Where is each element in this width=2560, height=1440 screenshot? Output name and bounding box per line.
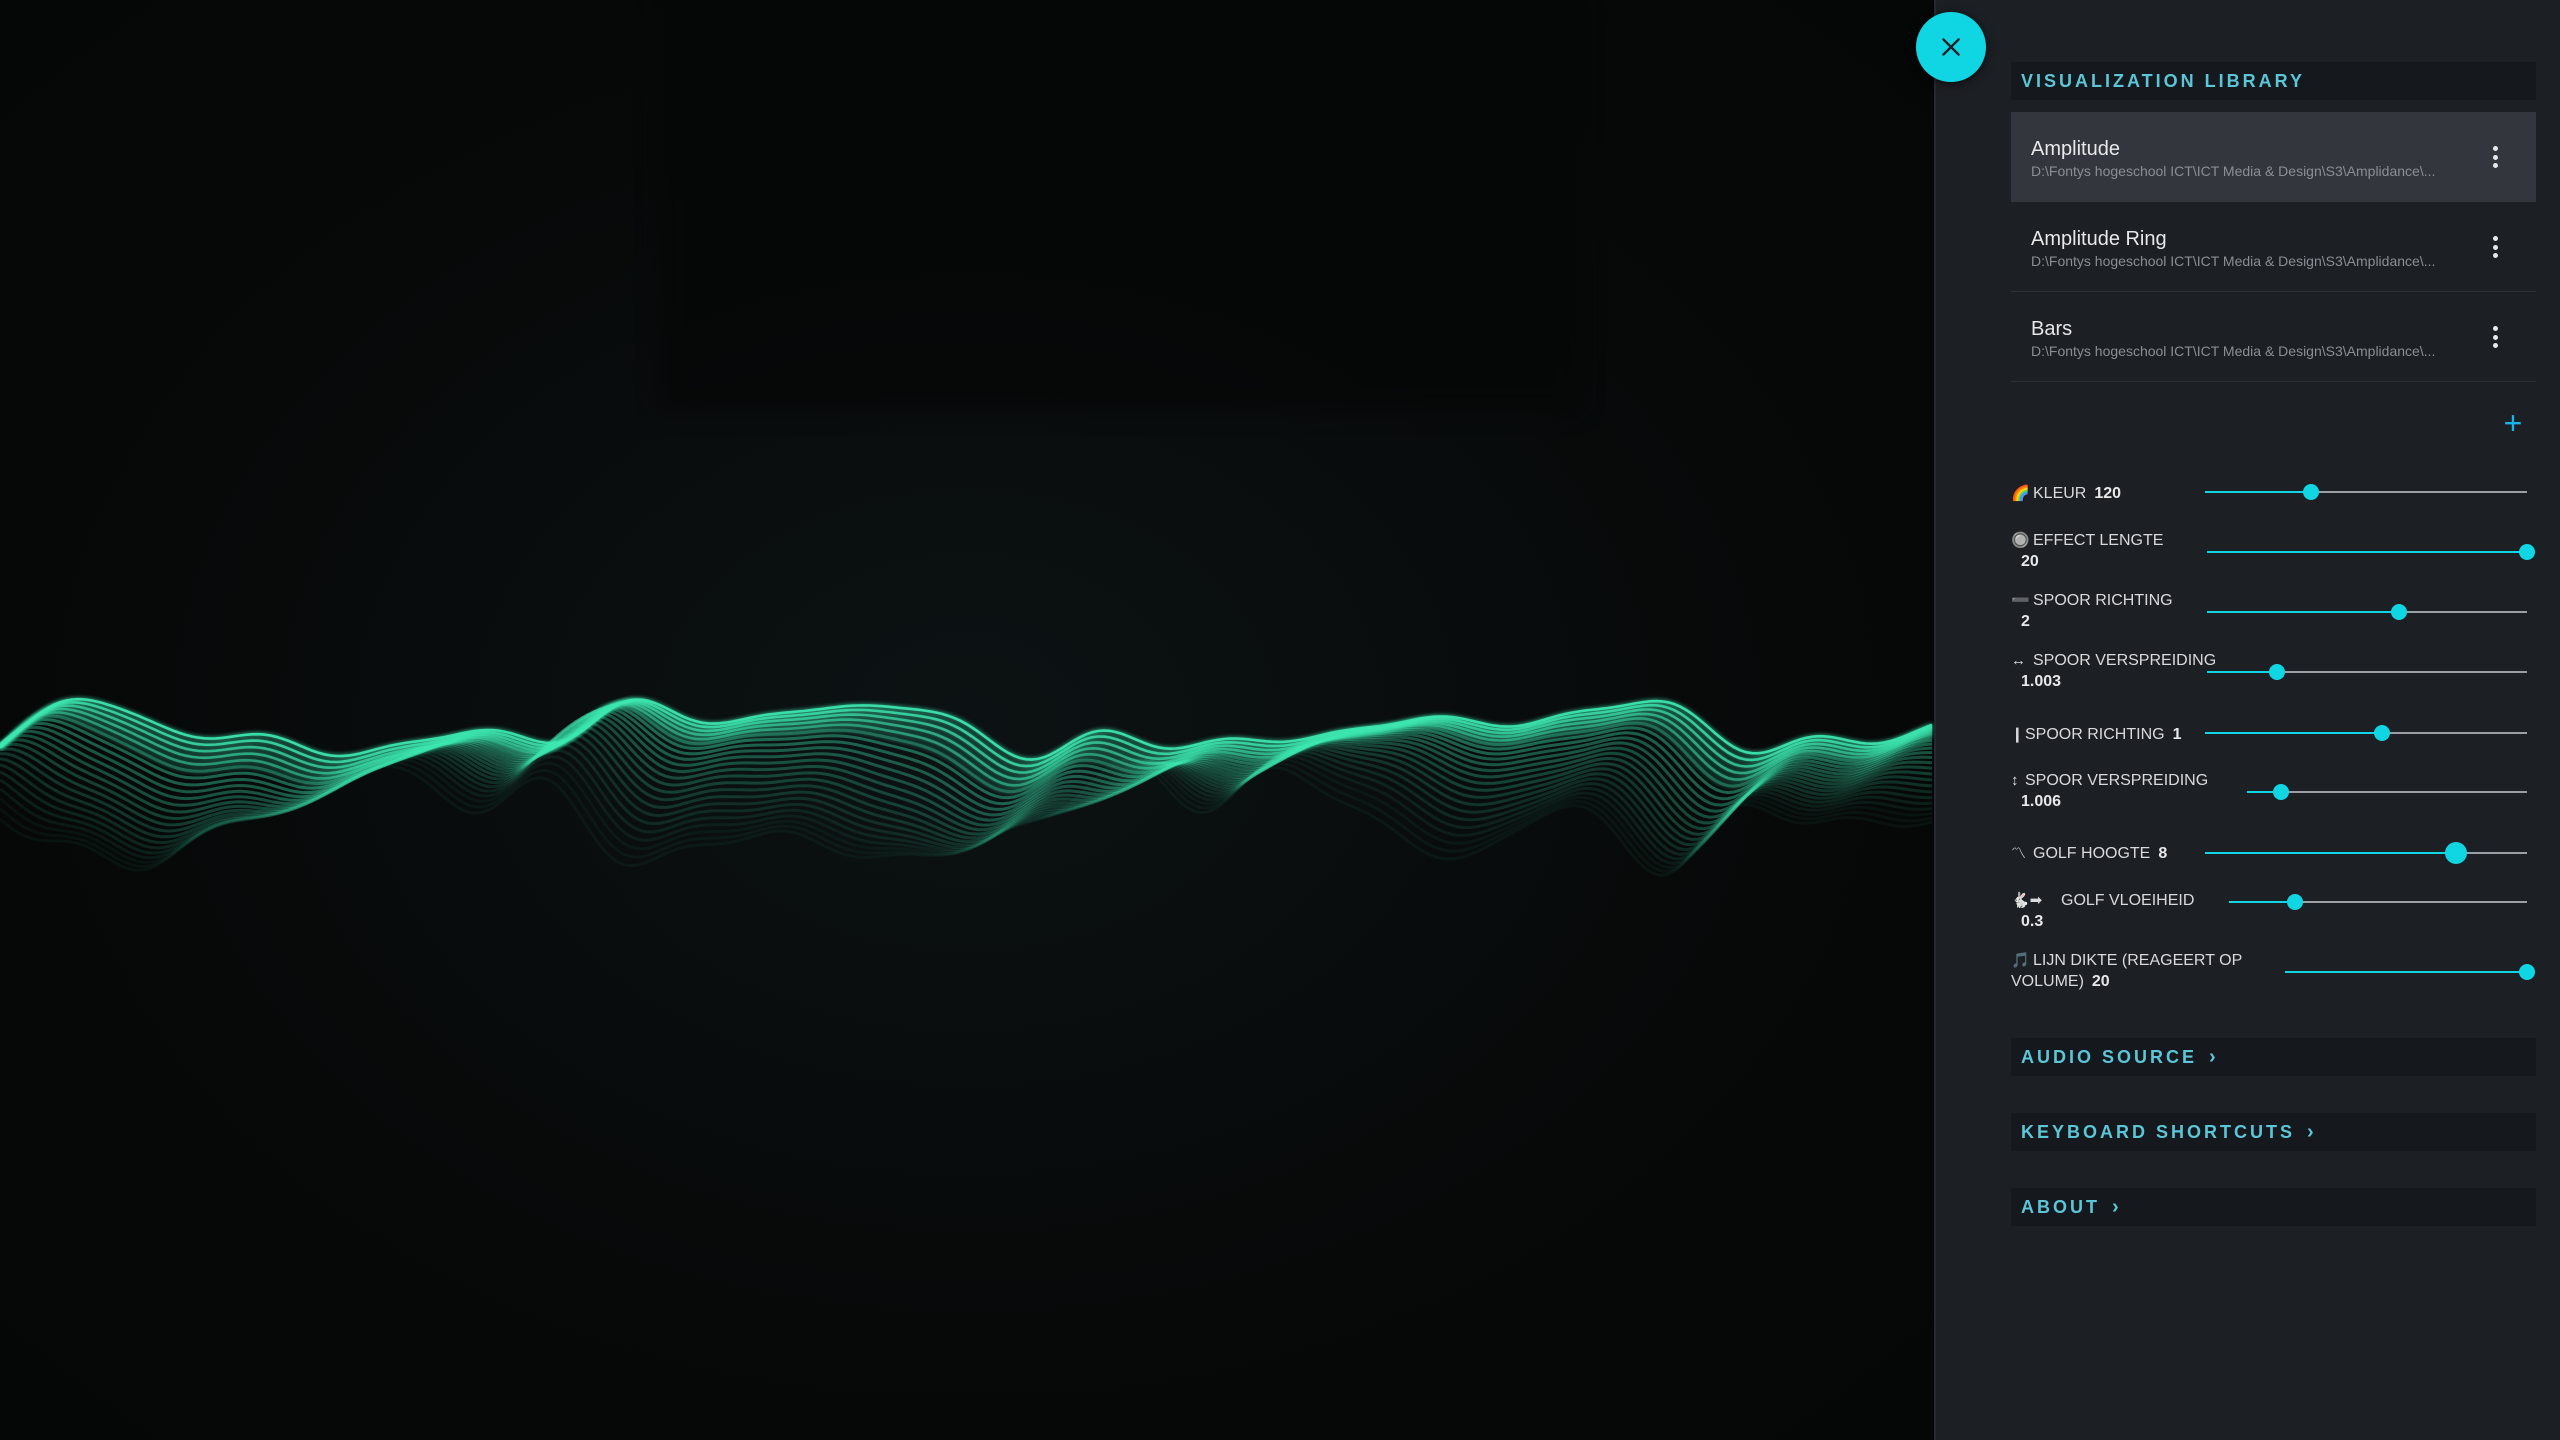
control-golf-hoogte: 〽 GOLF HOOGTE 8 [2011,842,2541,872]
control-golf-vloeiheid: 🐇➡ GOLF VLOEIHEID 0.3 [2011,890,2541,935]
slider-thumb[interactable] [2269,664,2286,680]
control-value: 20 [2021,553,2039,570]
left-right-arrow-icon: ↔ [2011,652,2026,669]
library-item-name: Amplitude [2031,138,2120,160]
library-item[interactable]: Bars D:\Fontys hogeschool ICT\ICT Media … [2011,292,2536,382]
control-value: 120 [2094,485,2122,502]
control-label: 🌈 KLEUR 120 [2011,485,2122,502]
spoor-richting-y-slider[interactable] [2205,722,2527,744]
kleur-slider[interactable] [2205,481,2527,503]
library-list: Amplitude D:\Fontys hogeschool ICT\ICT M… [2011,112,2536,382]
control-lijn-dikte: 🎵 LIJN DIKTE (REAGEERT OP VOLUME) 20 [2011,950,2541,995]
control-label: ↔ SPOOR VERSPREIDING 1.003 [2011,652,2217,690]
button-icon: 🔘 [2011,532,2030,549]
visualization-canvas [0,0,1934,1440]
library-item-name: Bars [2031,318,2073,340]
chevron-right-icon: › [2112,1195,2119,1218]
slider-thumb[interactable] [2519,964,2535,980]
control-label: ➖ SPOOR RICHTING 2 [2011,592,2173,630]
slider-thumb[interactable] [2303,484,2320,500]
control-value: 0.3 [2021,913,2044,930]
control-spoor-richting-y: ❙SPOOR RICHTING 1 [2011,722,2541,752]
control-spoor-verspreiding-x: ↔ SPOOR VERSPREIDING 1.003 [2011,650,2541,695]
library-item[interactable]: Amplitude Ring D:\Fontys hogeschool ICT\… [2011,202,2536,292]
control-value: 1.003 [2021,673,2062,690]
control-label: 〽 GOLF HOOGTE 8 [2011,845,2168,862]
control-spoor-richting-x: ➖ SPOOR RICHTING 2 [2011,590,2541,635]
library-header: VISUALIZATION LIBRARY [2011,62,2536,100]
library-title: VISUALIZATION LIBRARY [2021,70,2305,91]
control-value: 1.006 [2021,793,2062,810]
minus-icon: ➖ [2011,592,2030,609]
close-button[interactable] [1916,12,1986,82]
control-value: 1 [2172,726,2182,743]
keyboard-shortcuts-label: KEYBOARD SHORTCUTS [2021,1121,2296,1142]
control-kleur: 🌈 KLEUR 120 [2011,480,2541,510]
control-label: 🔘 EFFECT LENGTE 20 [2011,532,2164,570]
control-spoor-verspreiding-y: ↕ SPOOR VERSPREIDING 1.006 [2011,770,2541,815]
control-label: ↕ SPOOR VERSPREIDING 1.006 [2011,772,2209,810]
more-vert-icon[interactable] [2492,146,2498,168]
library-item-name: Amplitude Ring [2031,228,2167,250]
wave-icon: 〽 [2011,845,2027,862]
lijn-dikte-slider[interactable] [2285,961,2535,983]
keyboard-shortcuts-section[interactable]: KEYBOARD SHORTCUTS › [2011,1113,2536,1151]
audio-source-label: AUDIO SOURCE [2021,1046,2198,1067]
slider-thumb[interactable] [2286,894,2303,910]
control-label: 🎵 LIJN DIKTE (REAGEERT OP VOLUME) 20 [2011,952,2242,990]
slider-thumb[interactable] [2374,725,2391,741]
library-item-path: D:\Fontys hogeschool ICT\ICT Media & Des… [2031,163,2436,179]
library-item[interactable]: Amplitude D:\Fontys hogeschool ICT\ICT M… [2011,112,2536,202]
effect-lengte-slider[interactable] [2207,541,2535,563]
add-visualization-button[interactable]: + [2498,407,2528,439]
audio-source-section[interactable]: AUDIO SOURCE › [2011,1038,2536,1076]
control-value: 2 [2021,613,2030,630]
slider-thumb[interactable] [2391,604,2407,620]
rainbow-icon: 🌈 [2011,485,2030,502]
control-effect-lengte: 🔘 EFFECT LENGTE 20 [2011,530,2541,575]
more-vert-icon[interactable] [2492,326,2498,348]
about-section[interactable]: ABOUT › [2011,1188,2536,1226]
control-label: ❙SPOOR RICHTING 1 [2011,726,2182,743]
rabbit-arrow-icon: 🐇➡ [2011,892,2043,909]
spoor-verspreiding-y-slider[interactable] [2247,781,2527,803]
music-note-icon: 🎵 [2011,952,2030,969]
slider-thumb[interactable] [2445,842,2468,864]
control-value: 8 [2158,845,2168,862]
chevron-right-icon: › [2307,1120,2314,1143]
slider-thumb[interactable] [2519,544,2535,560]
slider-thumb[interactable] [2272,784,2289,800]
control-label: 🐇➡ GOLF VLOEIHEID 0.3 [2011,892,2195,930]
more-vert-icon[interactable] [2492,236,2498,258]
vertical-bar-icon: ❙ [2011,726,2024,743]
golf-hoogte-slider[interactable] [2205,842,2527,864]
about-label: ABOUT [2021,1196,2100,1217]
library-item-path: D:\Fontys hogeschool ICT\ICT Media & Des… [2031,343,2436,359]
waveform [0,697,1933,877]
chevron-right-icon: › [2209,1045,2216,1068]
spoor-richting-x-slider[interactable] [2207,601,2527,623]
golf-vloeiheid-slider[interactable] [2229,891,2527,913]
control-value: 20 [2091,973,2110,990]
close-icon [1942,38,1960,56]
up-down-arrow-icon: ↕ [2011,772,2019,789]
settings-panel: VISUALIZATION LIBRARY Amplitude D:\Fonty… [1934,0,2560,1440]
spoor-verspreiding-x-slider[interactable] [2207,661,2527,683]
library-item-path: D:\Fontys hogeschool ICT\ICT Media & Des… [2031,253,2436,269]
